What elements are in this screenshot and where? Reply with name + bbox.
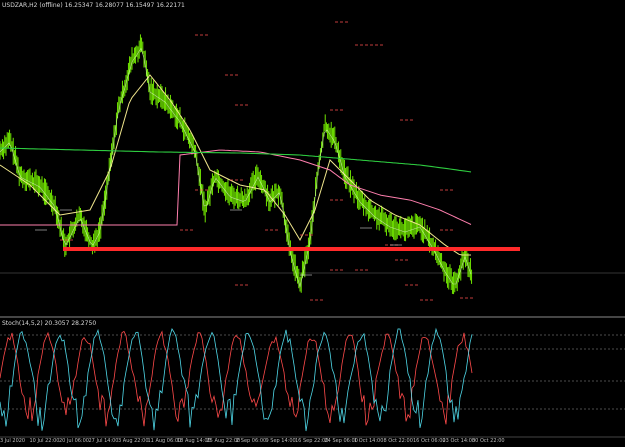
chart-window[interactable]: USDZAR,H2 (offline) 16.25347 16.28077 16… (0, 0, 625, 447)
time-axis-label: 3 Jul 2020 (0, 438, 26, 444)
time-axis-label: 24 Sep 06:00 (324, 438, 358, 444)
time-axis: 3 Jul 2020 10 Jul 22:00 20 Jul 06:00 27 Jul… (0, 438, 625, 447)
price-chart-canvas[interactable] (0, 0, 625, 447)
time-axis-label: 30 Oct 22:00 (472, 438, 505, 444)
ma-long-line (0, 147, 472, 173)
time-axis-label: 23 Oct 14:00 (442, 438, 476, 444)
time-axis-label: 1 Oct 14:00 (354, 438, 384, 444)
time-axis-label: 16 Oct 06:00 (413, 438, 446, 444)
time-axis-label: 10 Jul 22:00 (29, 438, 60, 444)
time-axis-label: 9 Sep 14:00 (265, 438, 296, 444)
time-axis-label: 2 Sep 06:00 (236, 438, 267, 444)
ma-fast-line (0, 47, 472, 288)
ma-slow-line (0, 149, 472, 226)
time-axis-label: 27 Jul 14:00 (88, 438, 119, 444)
time-axis-label: 3 Aug 22:00 (118, 438, 149, 444)
indicator-title: Stoch(14,5,2) 20.3057 28.2750 (2, 320, 97, 327)
stoch-signal-line (0, 330, 473, 427)
stoch-main-line (0, 327, 473, 432)
time-axis-label: 8 Oct 22:00 (383, 438, 413, 444)
time-axis-label: 16 Sep 22:00 (295, 438, 329, 444)
time-axis-label: 20 Jul 06:00 (59, 438, 89, 444)
